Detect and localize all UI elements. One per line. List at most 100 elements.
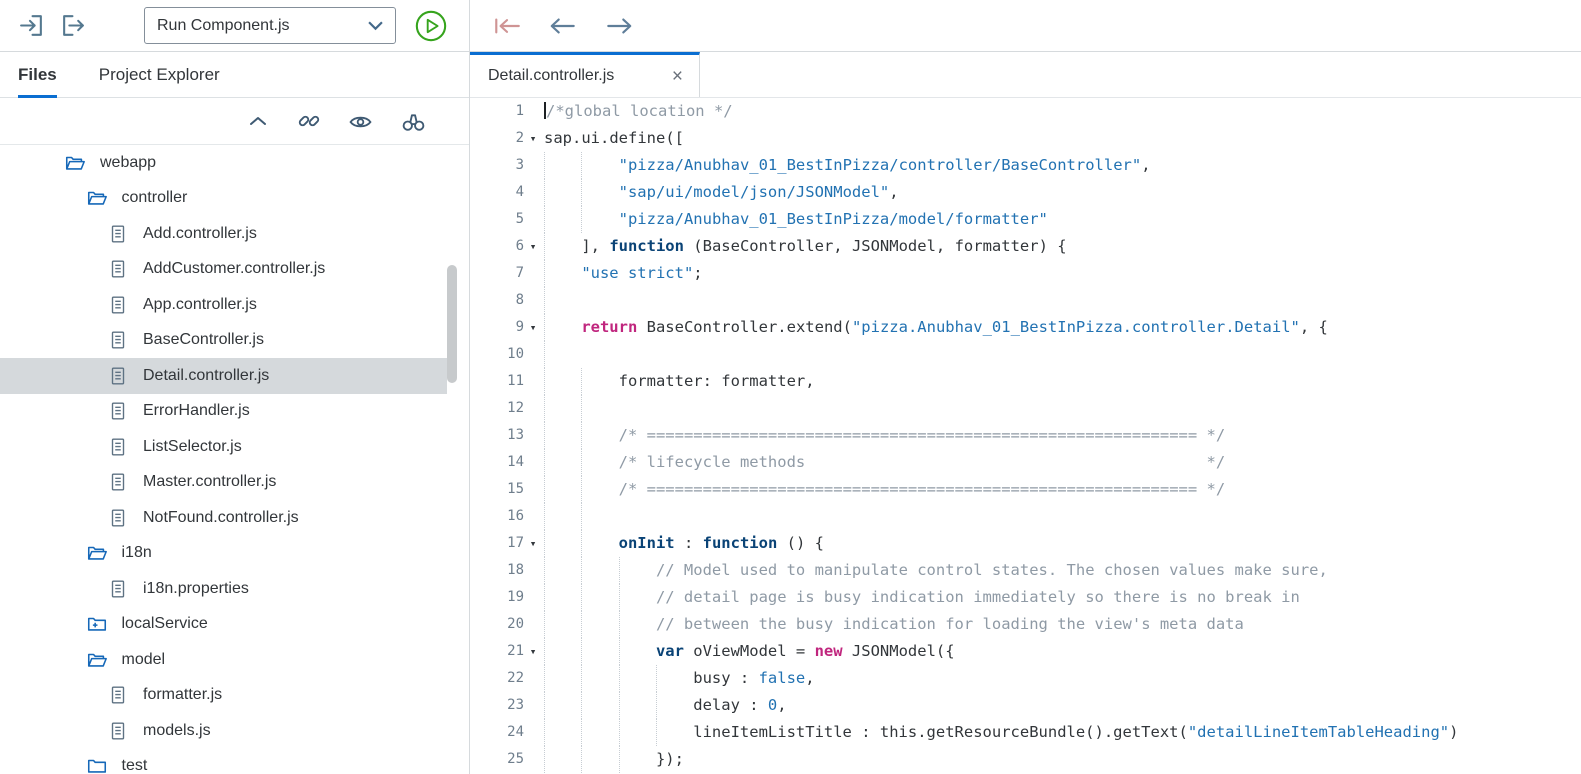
code-text[interactable]: /* lifecycle methods */ bbox=[542, 449, 1225, 476]
tree-item-errorhandler-js[interactable]: ErrorHandler.js bbox=[0, 394, 447, 430]
code-text[interactable]: /*global location */ bbox=[542, 98, 733, 125]
binoculars-icon[interactable] bbox=[400, 109, 427, 134]
tree-item-master-controller-js[interactable]: Master.controller.js bbox=[0, 465, 447, 501]
line-number: 12 bbox=[507, 400, 524, 416]
indent-guide bbox=[544, 530, 581, 557]
folder-closed-icon bbox=[86, 755, 108, 774]
tree-item-basecontroller-js[interactable]: BaseController.js bbox=[0, 323, 447, 359]
fold-collapse-icon[interactable]: ▾ bbox=[524, 125, 542, 152]
indent-guide bbox=[581, 179, 618, 206]
fold-collapse-icon[interactable]: ▾ bbox=[524, 314, 542, 341]
close-icon[interactable]: × bbox=[670, 67, 685, 86]
code-line-19: 19 // detail page is busy indication imme… bbox=[470, 584, 1581, 611]
fold-collapse-icon[interactable]: ▾ bbox=[524, 233, 542, 260]
line-number: 7 bbox=[515, 265, 524, 281]
code-text[interactable]: // detail page is busy indication immedi… bbox=[542, 584, 1300, 611]
gutter: 6 ▾ bbox=[470, 233, 542, 260]
tree-item-formatter-js[interactable]: formatter.js bbox=[0, 678, 447, 714]
code-text[interactable]: "pizza/Anubhav_01_BestInPizza/model/form… bbox=[542, 206, 1048, 233]
fold-collapse-icon[interactable]: ▾ bbox=[524, 638, 542, 665]
line-number: 14 bbox=[507, 454, 524, 470]
tab-files[interactable]: Files bbox=[18, 52, 57, 98]
code-text[interactable] bbox=[542, 503, 619, 530]
tree-item-detail-controller-js[interactable]: Detail.controller.js bbox=[0, 358, 447, 394]
navigate-forward-icon[interactable] bbox=[604, 14, 634, 38]
code-text[interactable]: "sap/ui/model/json/JSONModel", bbox=[542, 179, 899, 206]
top-toolbar: Run Component.js bbox=[0, 0, 1581, 52]
code-editor: Detail.controller.js × 1 /*global locatio… bbox=[470, 52, 1581, 774]
indent-guide bbox=[581, 206, 618, 233]
code-text[interactable] bbox=[542, 287, 581, 314]
gutter: 12 bbox=[470, 395, 542, 422]
code-text[interactable] bbox=[542, 395, 619, 422]
tree-item-models-js[interactable]: models.js bbox=[0, 713, 447, 749]
code-text[interactable]: formatter: formatter, bbox=[542, 368, 815, 395]
code-text[interactable] bbox=[542, 341, 581, 368]
line-number: 10 bbox=[507, 346, 524, 362]
code-text[interactable]: sap.ui.define([ bbox=[542, 125, 684, 152]
code-text[interactable]: /* =====================================… bbox=[542, 476, 1225, 503]
line-number: 25 bbox=[507, 751, 524, 767]
gutter: 3 bbox=[470, 152, 542, 179]
tree-item-i18n[interactable]: i18n bbox=[0, 536, 447, 572]
eye-icon[interactable] bbox=[348, 109, 373, 134]
collapse-all-icon[interactable] bbox=[246, 109, 270, 133]
tab-project-explorer[interactable]: Project Explorer bbox=[99, 52, 220, 97]
code-line-4: 4 "sap/ui/model/json/JSONModel", bbox=[470, 179, 1581, 206]
code-text[interactable]: return BaseController.extend("pizza.Anub… bbox=[542, 314, 1328, 341]
gutter: 9 ▾ bbox=[470, 314, 542, 341]
code-text[interactable]: }); bbox=[542, 746, 684, 773]
fold-collapse-icon[interactable]: ▾ bbox=[524, 530, 542, 557]
tree-item-label: ErrorHandler.js bbox=[143, 402, 250, 420]
tree-item-webapp[interactable]: webapp bbox=[0, 145, 447, 181]
code-text[interactable]: busy : false, bbox=[542, 665, 815, 692]
run-config-dropdown[interactable]: Run Component.js bbox=[144, 7, 396, 44]
tree-item-listselector-js[interactable]: ListSelector.js bbox=[0, 429, 447, 465]
code-text[interactable]: "pizza/Anubhav_01_BestInPizza/controller… bbox=[542, 152, 1151, 179]
tree-item-notfound-controller-js[interactable]: NotFound.controller.js bbox=[0, 500, 447, 536]
link-icon[interactable] bbox=[297, 109, 321, 133]
sign-in-icon[interactable] bbox=[18, 12, 45, 39]
code-text[interactable]: var oViewModel = new JSONModel({ bbox=[542, 638, 955, 665]
file-icon bbox=[107, 223, 129, 245]
tree-item-controller[interactable]: controller bbox=[0, 181, 447, 217]
editor-tab-detail-controller[interactable]: Detail.controller.js × bbox=[470, 52, 700, 97]
indent-guide bbox=[544, 692, 581, 719]
line-number: 22 bbox=[507, 670, 524, 686]
code-line-5: 5 "pizza/Anubhav_01_BestInPizza/model/for… bbox=[470, 206, 1581, 233]
tree-item-localservice[interactable]: localService bbox=[0, 607, 447, 643]
goto-last-edit-icon[interactable] bbox=[492, 14, 522, 38]
tree-item-add-controller-js[interactable]: Add.controller.js bbox=[0, 216, 447, 252]
code-text[interactable]: lineItemListTitle : this.getResourceBund… bbox=[542, 719, 1458, 746]
gutter: 16 bbox=[470, 503, 542, 530]
file-icon bbox=[107, 578, 129, 600]
tree-item-app-controller-js[interactable]: App.controller.js bbox=[0, 287, 447, 323]
indent-guide bbox=[581, 638, 618, 665]
tree-scrollbar-thumb[interactable] bbox=[447, 265, 457, 383]
indent-guide bbox=[544, 368, 581, 395]
tree-item-model[interactable]: model bbox=[0, 642, 447, 678]
tree-item-addcustomer-controller-js[interactable]: AddCustomer.controller.js bbox=[0, 252, 447, 288]
navigate-back-icon[interactable] bbox=[548, 14, 578, 38]
gutter: 15 bbox=[470, 476, 542, 503]
tree-item-test[interactable]: test bbox=[0, 749, 447, 774]
code-line-21: 21 ▾ var oViewModel = new JSONModel({ bbox=[470, 638, 1581, 665]
code-text[interactable]: "use strict"; bbox=[542, 260, 703, 287]
indent-guide bbox=[581, 530, 618, 557]
run-button[interactable] bbox=[414, 8, 450, 44]
gutter: 1 bbox=[470, 98, 542, 125]
indent-guide bbox=[544, 260, 581, 287]
code-text[interactable]: delay : 0, bbox=[542, 692, 787, 719]
folder-open-icon bbox=[86, 542, 108, 564]
code-line-8: 8 bbox=[470, 287, 1581, 314]
toolbar-nav-section bbox=[470, 0, 1581, 51]
code-text[interactable]: ], function (BaseController, JSONModel, … bbox=[542, 233, 1067, 260]
sign-out-icon[interactable] bbox=[60, 12, 87, 39]
code-text[interactable]: /* =====================================… bbox=[542, 422, 1225, 449]
code-text[interactable]: // Model used to manipulate control stat… bbox=[542, 557, 1328, 584]
code-text[interactable]: // between the busy indication for loadi… bbox=[542, 611, 1244, 638]
code-text[interactable]: onInit : function () { bbox=[542, 530, 824, 557]
code-line-10: 10 bbox=[470, 341, 1581, 368]
tree-item-i18n-properties[interactable]: i18n.properties bbox=[0, 571, 447, 607]
indent-guide bbox=[655, 692, 693, 719]
